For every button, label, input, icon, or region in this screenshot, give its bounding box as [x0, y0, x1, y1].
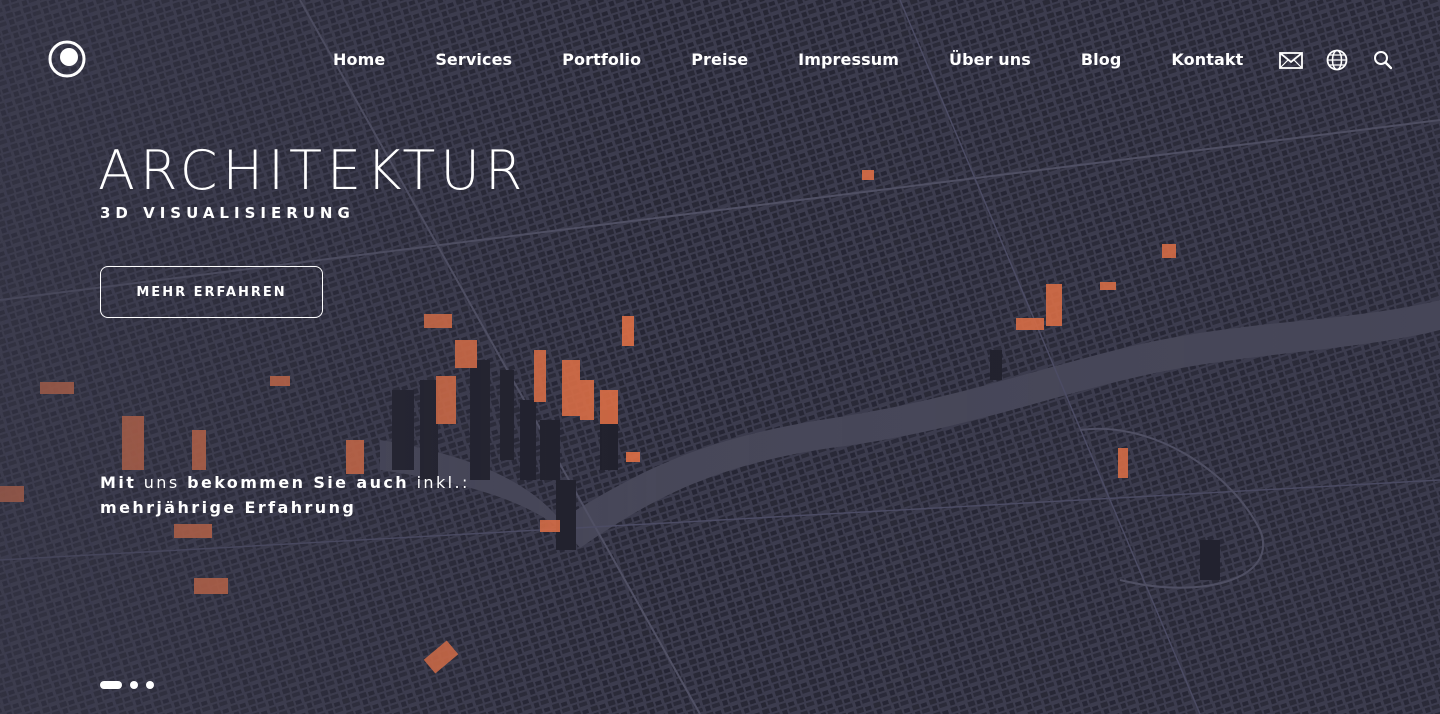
- city-map-background: [0, 0, 1440, 714]
- slider-dot-1[interactable]: [100, 681, 122, 689]
- nav-item-kontakt[interactable]: Kontakt: [1171, 49, 1243, 71]
- main-navigation: Home Services Portfolio Preise Impressum…: [333, 49, 1243, 71]
- slider-dot-2[interactable]: [130, 681, 138, 689]
- tagline-word: Mit: [100, 473, 137, 492]
- globe-icon[interactable]: [1325, 48, 1349, 72]
- circle-logo-icon[interactable]: [48, 40, 86, 78]
- mail-icon[interactable]: [1279, 48, 1303, 72]
- slider-pagination: [100, 681, 154, 689]
- tagline-line-2: mehrjährige Erfahrung: [100, 498, 357, 517]
- nav-item-impressum[interactable]: Impressum: [798, 49, 899, 71]
- hero-title: ARCHITEKTUR: [98, 139, 528, 202]
- tagline-word: uns: [143, 473, 180, 492]
- tagline-word: bekommen Sie auch: [187, 473, 410, 492]
- slider-dot-3[interactable]: [146, 681, 154, 689]
- nav-item-preise[interactable]: Preise: [691, 49, 748, 71]
- nav-item-ueber-uns[interactable]: Über uns: [949, 49, 1031, 71]
- tagline-word: inkl.:: [416, 473, 470, 492]
- nav-item-blog[interactable]: Blog: [1081, 49, 1122, 71]
- mehr-erfahren-button[interactable]: MEHR ERFAHREN: [100, 266, 323, 318]
- hero-tagline: Mit uns bekommen Sie auch inkl.: mehrjäh…: [100, 470, 470, 520]
- header-utilities: [1279, 48, 1395, 72]
- nav-item-portfolio[interactable]: Portfolio: [562, 49, 641, 71]
- search-icon[interactable]: [1371, 48, 1395, 72]
- nav-item-services[interactable]: Services: [435, 49, 512, 71]
- hero-subtitle: 3D VISUALISIERUNG: [100, 204, 355, 222]
- nav-item-home[interactable]: Home: [333, 49, 385, 71]
